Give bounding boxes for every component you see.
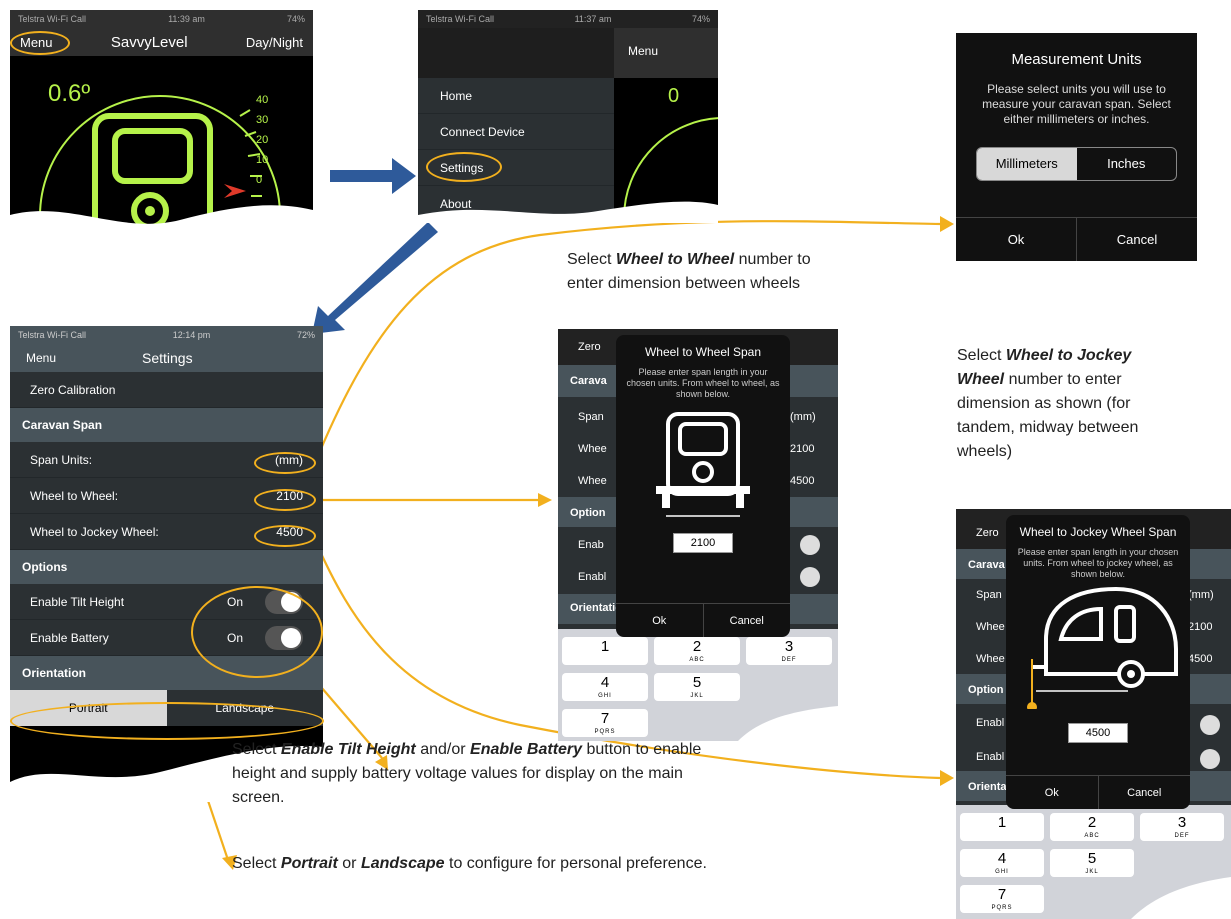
wheel-to-jockey-dialog: Wheel to Jockey Wheel Span Please enter … xyxy=(1006,515,1190,809)
key-2[interactable]: 2 ABC xyxy=(654,637,740,665)
right-arrow-icon xyxy=(330,158,416,194)
menu-screenshot: Telstra Wi-Fi Call 11:37 am 74% Home Conne… xyxy=(418,10,718,223)
status-battery: 74% xyxy=(691,14,710,24)
cancel-button[interactable]: Cancel xyxy=(1097,776,1191,809)
status-carrier: Telstra Wi-Fi Call xyxy=(18,330,87,340)
torn-edge xyxy=(418,201,718,223)
menu-item-home[interactable]: Home xyxy=(418,78,614,114)
torn-edge xyxy=(1131,877,1231,919)
inches-option[interactable]: Inches xyxy=(1077,148,1177,180)
highlight-oval xyxy=(254,489,316,511)
menu-button[interactable]: Menu xyxy=(614,28,718,78)
highlight-oval xyxy=(191,586,323,678)
dialog-title: Measurement Units xyxy=(1011,51,1142,68)
cancel-button[interactable]: Cancel xyxy=(702,604,791,637)
highlight-oval xyxy=(426,152,502,182)
status-carrier: Telstra Wi-Fi Call xyxy=(426,14,495,24)
cancel-button[interactable]: Cancel xyxy=(1076,218,1197,261)
section-options: Options xyxy=(10,550,323,584)
torn-edge xyxy=(738,706,838,741)
caption-orientation: Select Portrait or Landscape to configur… xyxy=(232,855,707,872)
down-left-arrow-icon xyxy=(312,222,438,334)
dialog-message: Please select units you will use to meas… xyxy=(982,82,1171,126)
wheel-to-wheel-screenshot: Zero Carava Span (mm) Whee 2100 Whee 450… xyxy=(558,329,838,741)
status-time: 11:37 am xyxy=(574,14,612,24)
menu-button[interactable]: Menu xyxy=(26,351,56,365)
span-input[interactable]: 4500 xyxy=(1068,723,1128,743)
page-title: Settings xyxy=(142,350,193,366)
caption-wheel-to-jockey: Select Wheel to Jockey Wheel number to e… xyxy=(957,347,1139,460)
dialog-message: Please enter span length in your chosen … xyxy=(1017,547,1179,579)
measurement-units-dialog: Measurement Units Please select units yo… xyxy=(956,33,1197,261)
status-time: 12:14 pm xyxy=(172,330,211,340)
key-1[interactable]: 1 xyxy=(960,813,1044,841)
dialog-title: Wheel to Jockey Wheel Span xyxy=(1019,525,1177,539)
dialog-message: Please enter span length in your chosen … xyxy=(626,367,780,399)
zero-calibration-row[interactable]: Zero Calibration xyxy=(10,372,323,408)
highlight-oval xyxy=(254,525,316,547)
caption-wheel-to-wheel: Select Wheel to Wheel number to enter di… xyxy=(567,251,811,292)
caption-enable-options: Select Enable Tilt Height and/or Enable … xyxy=(232,741,702,806)
ok-button[interactable]: Ok xyxy=(956,218,1076,261)
ok-button[interactable]: Ok xyxy=(1006,776,1098,809)
wheel-to-jockey-screenshot: Zero Carava Span (mm) Whee 2100 Whee 450… xyxy=(956,509,1231,919)
section-caravan-span: Caravan Span xyxy=(10,408,323,442)
highlight-oval xyxy=(10,702,324,740)
key-1[interactable]: 1 xyxy=(562,637,648,665)
wheel-to-wheel-dialog: Wheel to Wheel Span Please enter span le… xyxy=(616,335,790,637)
dialog-title: Wheel to Wheel Span xyxy=(644,345,762,359)
menu-item-connect-device[interactable]: Connect Device xyxy=(418,114,614,150)
caravan-rear-icon xyxy=(656,412,750,517)
caravan-side-icon xyxy=(1027,586,1178,709)
highlight-oval xyxy=(254,452,316,474)
status-battery: 72% xyxy=(296,330,315,340)
key-3[interactable]: 3 DEF xyxy=(746,637,832,665)
key-3[interactable]: 3 DEF xyxy=(1140,813,1224,841)
ok-button[interactable]: Ok xyxy=(616,604,703,637)
millimeters-option[interactable]: Millimeters xyxy=(977,148,1077,180)
key-2[interactable]: 2 ABC xyxy=(1050,813,1134,841)
span-input[interactable]: 2100 xyxy=(673,533,733,553)
